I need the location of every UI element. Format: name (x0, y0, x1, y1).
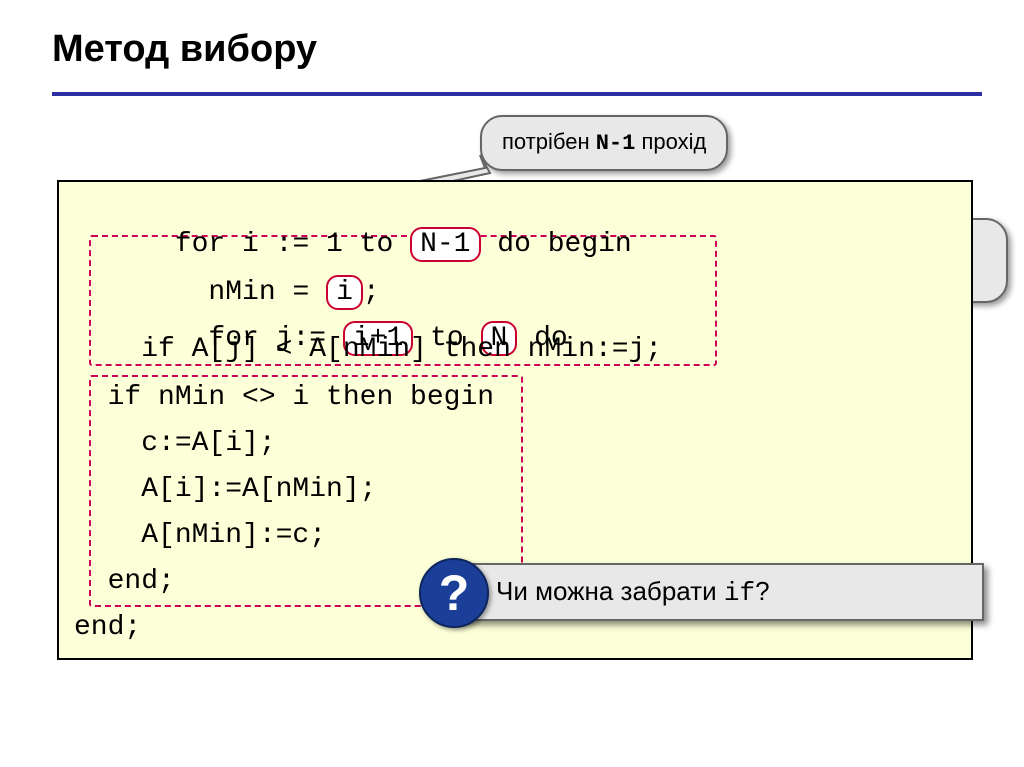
question-code: if (724, 578, 755, 608)
code-line-5: if nMin <> i then begin (74, 382, 494, 413)
question-end: ? (755, 576, 769, 606)
callout-text: прохід (635, 129, 706, 154)
question-box: ? Чи можна забрати if? (450, 563, 984, 621)
question-text: Чи можна забрати if? (496, 576, 770, 608)
title-underline (52, 92, 982, 96)
pill-n-minus-1: N-1 (410, 227, 480, 262)
code-line-7: A[i]:=A[nMin]; (74, 474, 376, 505)
code-line-10: end; (74, 612, 175, 643)
code-line-9: end; (74, 566, 175, 597)
page-title: Метод вибору (0, 0, 1024, 81)
callout-code: N-1 (596, 131, 636, 156)
code-line-8: A[nMin]:=c; (74, 520, 326, 551)
slide: Метод вибору потрібен N-1 прохід пошук м… (0, 0, 1024, 767)
code-line-6: c:=A[i]; (74, 428, 276, 459)
code-text: do begin (481, 229, 632, 260)
callout-text: потрібен (502, 129, 596, 154)
question-label: Чи можна забрати (496, 576, 724, 606)
callout-pass-count: потрібен N-1 прохід (480, 115, 728, 171)
question-mark-icon: ? (419, 558, 489, 628)
code-line-4: if A[j] < A[nMin] then nMin:=j; (74, 334, 662, 365)
